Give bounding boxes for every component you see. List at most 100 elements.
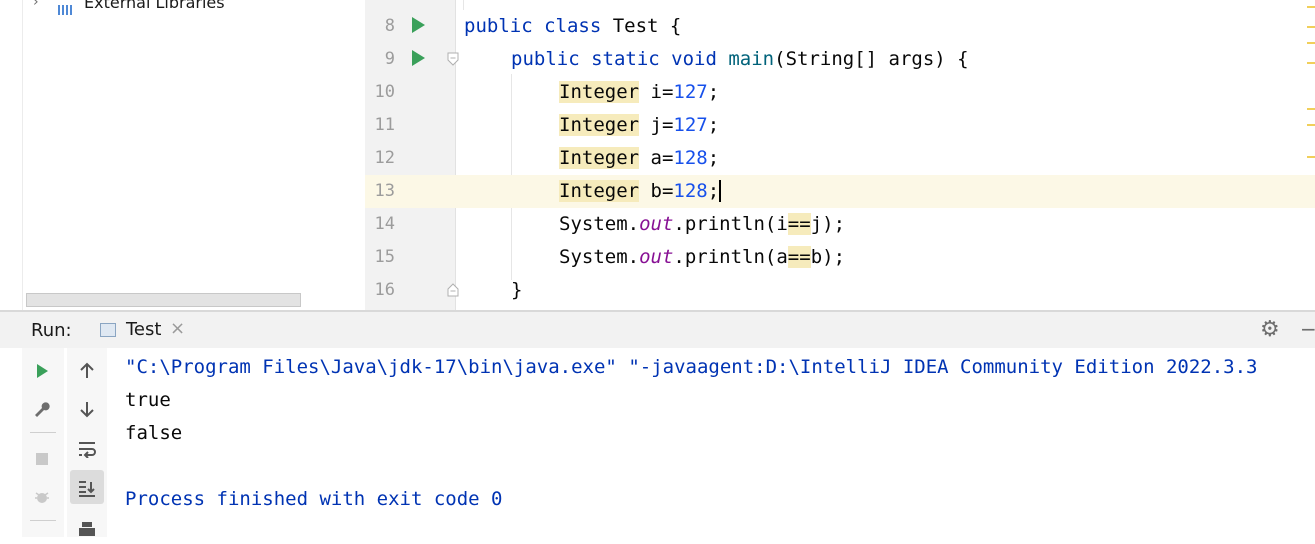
close-icon[interactable]: × <box>170 318 185 339</box>
variable: i= <box>639 81 674 103</box>
number-literal: 128 <box>673 147 708 169</box>
code-text: System.out.println(a==b); <box>559 246 845 268</box>
indent-guide <box>463 0 464 10</box>
printer-icon <box>79 521 95 536</box>
static-field: out <box>639 213 674 235</box>
debug-button[interactable] <box>22 478 62 512</box>
edit-configuration-button[interactable] <box>22 390 62 424</box>
code-line-14[interactable]: 14 System.out.println(i==j); <box>365 208 1315 241</box>
number-literal: 127 <box>673 114 708 136</box>
scroll-down-button[interactable] <box>67 390 107 424</box>
semicolon: ; <box>707 114 720 136</box>
minimize-icon[interactable]: − <box>1300 317 1315 341</box>
method-name: main <box>728 48 775 70</box>
line-number: 9 <box>384 49 395 69</box>
tree-item-label: External Libraries <box>84 0 225 12</box>
static-field: out <box>639 246 674 268</box>
run-label: Run: <box>31 320 72 341</box>
method-signature: (String[] args) { <box>774 48 969 70</box>
semicolon: ; <box>707 147 720 169</box>
number-literal: 128 <box>673 180 708 202</box>
semicolon: ; <box>707 180 720 202</box>
type-highlight: Integer <box>559 180 640 202</box>
console-line-false: false <box>125 422 183 444</box>
variable: j= <box>639 114 674 136</box>
method-call-end: b); <box>810 246 846 268</box>
error-stripe[interactable] <box>1305 0 1315 310</box>
code-text: Integer j=127; <box>559 114 719 136</box>
scroll-to-end-button[interactable] <box>70 470 104 504</box>
horizontal-scrollbar[interactable] <box>26 293 301 307</box>
project-gutter-divider <box>22 0 23 310</box>
method-call-end: j); <box>810 213 846 235</box>
console-command-line: "C:\Program Files\Java\jdk-17\bin\java.e… <box>125 356 1258 378</box>
class-ref: System. <box>559 213 640 235</box>
text-caret <box>719 180 722 202</box>
console-exit-message: Process finished with exit code 0 <box>125 488 503 510</box>
code-text: Integer a=128; <box>559 147 719 169</box>
line-number: 13 <box>365 181 395 201</box>
code-text: public static void main(String[] args) { <box>511 48 969 70</box>
soft-wrap-icon <box>79 441 96 459</box>
fold-icon[interactable] <box>447 283 459 297</box>
class-ref: System. <box>559 246 640 268</box>
project-pane: › External Libraries <box>0 0 365 310</box>
number-literal: 127 <box>673 81 708 103</box>
run-panel: Run: Test × ⚙ − "C:\Program Files\Java\j… <box>0 312 1315 537</box>
method-call: .println(a <box>673 246 788 268</box>
line-number: 12 <box>374 148 395 168</box>
run-icon <box>37 363 48 378</box>
code-text: Integer b=128; <box>559 180 722 202</box>
soft-wrap-button[interactable] <box>67 430 107 464</box>
run-gutter-icon[interactable] <box>412 50 425 66</box>
rerun-button[interactable] <box>22 352 62 386</box>
code-text: System.out.println(i==j); <box>559 213 845 235</box>
run-toolbar-secondary <box>67 348 107 537</box>
code-line-15[interactable]: 15 System.out.println(a==b); <box>365 241 1315 274</box>
type-highlight: Integer <box>559 114 640 136</box>
code-line-9[interactable]: 9 public static void main(String[] args)… <box>365 43 1315 76</box>
fold-icon[interactable] <box>447 52 459 66</box>
code-line-13-current[interactable]: 13 Integer b=128; <box>365 175 1315 208</box>
operator-highlight: == <box>787 246 811 268</box>
type-highlight: Integer <box>559 147 640 169</box>
code-text: public class Test { <box>464 15 681 37</box>
tree-item-external-libraries[interactable]: › External Libraries <box>0 0 365 15</box>
arrow-down-icon <box>80 401 94 417</box>
run-tab-test[interactable]: Test × <box>92 312 197 348</box>
arrow-up-icon <box>80 362 94 378</box>
line-number: 11 <box>374 115 395 135</box>
operator-highlight: == <box>787 213 811 235</box>
code-line-10[interactable]: 10 Integer i=127; <box>365 76 1315 109</box>
code-text: } <box>511 279 523 301</box>
scroll-up-button[interactable] <box>67 352 107 386</box>
print-button[interactable] <box>67 510 107 544</box>
code-line-8[interactable]: 8 public class Test { <box>365 10 1315 43</box>
stop-icon <box>36 452 48 465</box>
scroll-to-end-icon <box>79 480 95 497</box>
run-gutter-icon[interactable] <box>412 17 425 33</box>
class-declaration: Test { <box>601 15 682 37</box>
code-line-12[interactable]: 12 Integer a=128; <box>365 142 1315 175</box>
gear-icon[interactable]: ⚙ <box>1260 317 1280 342</box>
method-call: .println(i <box>673 213 788 235</box>
library-icon <box>58 0 78 15</box>
wrench-icon <box>35 401 50 417</box>
stop-button[interactable] <box>22 440 62 474</box>
run-toolbar-primary <box>22 348 64 537</box>
type-highlight: Integer <box>559 81 640 103</box>
line-number: 8 <box>384 16 395 36</box>
code-editor[interactable]: 8 public class Test { 9 public static vo… <box>365 0 1315 310</box>
code-text: Integer i=127; <box>559 81 719 103</box>
run-tab-label: Test <box>126 319 162 340</box>
chevron-right-icon[interactable]: › <box>33 0 39 10</box>
line-number: 14 <box>374 214 395 234</box>
bug-icon <box>35 491 49 503</box>
run-panel-header: Run: Test × ⚙ − <box>0 312 1315 348</box>
line-number: 16 <box>374 280 395 300</box>
line-number: 15 <box>374 247 395 267</box>
code-line-11[interactable]: 11 Integer j=127; <box>365 109 1315 142</box>
code-line-16[interactable]: 16 } <box>365 274 1315 307</box>
console-icon <box>100 323 116 337</box>
variable: a= <box>639 147 674 169</box>
